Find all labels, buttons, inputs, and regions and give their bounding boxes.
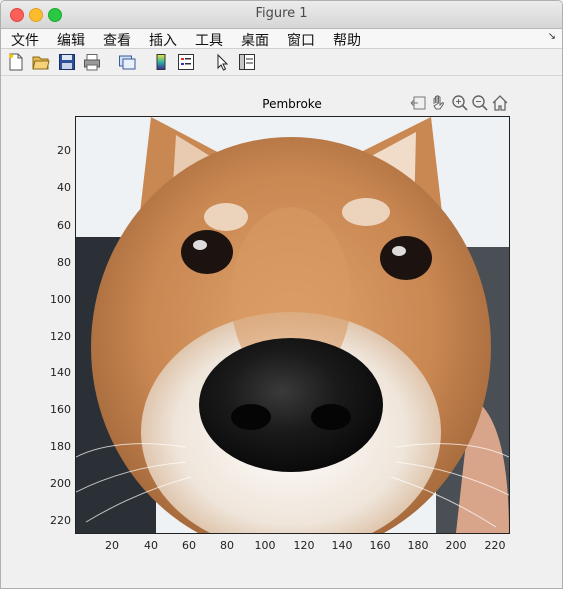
x-tick-label: 20 (105, 539, 119, 552)
image-axes[interactable] (75, 116, 510, 534)
edit-plot-arrow-icon[interactable] (213, 53, 231, 71)
y-tick-label: 60 (57, 219, 71, 232)
menu-desktop[interactable]: 桌面 (241, 30, 269, 50)
x-tick-label: 80 (220, 539, 234, 552)
figure-window: Figure 1 文件 编辑 查看 插入 工具 桌面 窗口 帮助 ↘ Pembr… (0, 0, 563, 589)
menu-file[interactable]: 文件 (11, 30, 39, 50)
print-icon[interactable] (83, 53, 101, 71)
save-icon[interactable] (58, 53, 76, 71)
menu-window[interactable]: 窗口 (287, 30, 315, 50)
menu-insert[interactable]: 插入 (149, 30, 177, 50)
y-tick-label: 140 (50, 366, 71, 379)
new-figure-icon[interactable] (7, 53, 25, 71)
colorbar-icon[interactable] (152, 53, 170, 71)
y-tick-label: 40 (57, 181, 71, 194)
x-tick-label: 40 (144, 539, 158, 552)
menu-help[interactable]: 帮助 (333, 30, 361, 50)
y-tick-label: 160 (50, 403, 71, 416)
y-tick-label: 20 (57, 144, 71, 157)
menu-edit[interactable]: 编辑 (57, 30, 85, 50)
open-file-icon[interactable] (32, 53, 50, 71)
menu-view[interactable]: 查看 (103, 30, 131, 50)
y-tick-label: 180 (50, 440, 71, 453)
menu-bar: 文件 编辑 查看 插入 工具 桌面 窗口 帮助 ↘ (1, 29, 562, 49)
link-plot-icon[interactable] (118, 53, 136, 71)
menu-overflow-icon[interactable]: ↘ (548, 31, 556, 42)
x-tick-label: 200 (445, 539, 467, 552)
menu-tools[interactable]: 工具 (195, 30, 223, 50)
x-tick-label: 60 (182, 539, 196, 552)
y-tick-label: 80 (57, 256, 71, 269)
legend-icon[interactable] (177, 53, 195, 71)
property-inspector-icon[interactable] (238, 53, 256, 71)
y-tick-label: 100 (50, 293, 71, 306)
axes-title: Pembroke (262, 97, 322, 111)
x-tick-label: 120 (293, 539, 315, 552)
title-bar[interactable]: Figure 1 (1, 1, 562, 29)
x-tick-label: 160 (369, 539, 391, 552)
y-tick-label: 200 (50, 477, 71, 490)
dog-face-image (76, 117, 509, 533)
figure-toolbar (1, 49, 562, 76)
y-tick-label: 220 (50, 514, 71, 527)
x-tick-label: 220 (484, 539, 506, 552)
y-tick-label: 120 (50, 330, 71, 343)
window-title: Figure 1 (255, 6, 308, 21)
x-tick-label: 100 (254, 539, 276, 552)
x-tick-label: 180 (407, 539, 429, 552)
x-tick-label: 140 (331, 539, 353, 552)
